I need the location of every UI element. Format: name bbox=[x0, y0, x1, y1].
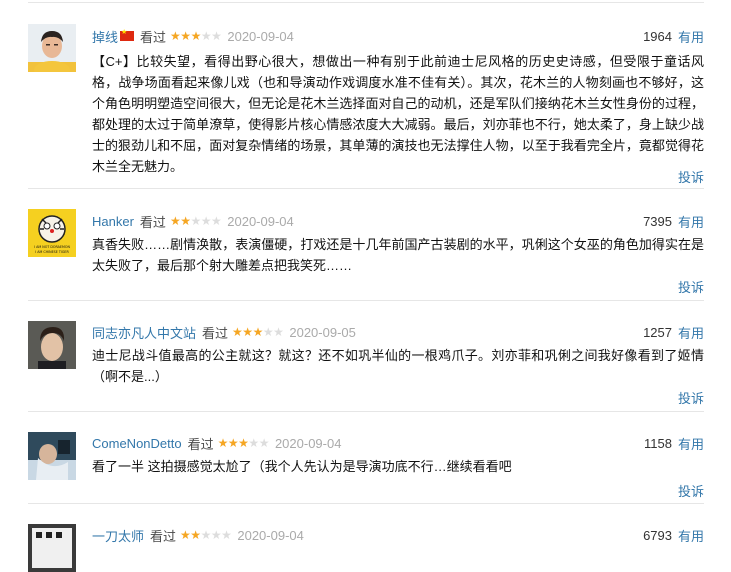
useful-button[interactable]: 有用 bbox=[678, 27, 704, 46]
useful-button[interactable]: 有用 bbox=[678, 434, 704, 453]
review-item: ComeNonDetto 看过 ★★★★★ 2020-09-04 1158 有用… bbox=[28, 412, 704, 504]
star-empty-icon: ★ bbox=[200, 214, 212, 228]
avatar[interactable] bbox=[28, 321, 76, 369]
useful-button[interactable]: 有用 bbox=[678, 323, 704, 342]
review-date: 2020-09-04 bbox=[227, 28, 294, 44]
review-item: 同志亦凡人中文站 看过 ★★★★★ 2020-09-05 1257 有用 迪士尼… bbox=[28, 301, 704, 412]
star-empty-icon: ★ bbox=[210, 528, 222, 542]
watched-status: 看过 bbox=[139, 214, 166, 230]
watched-status: 看过 bbox=[187, 436, 214, 452]
star-filled-icon: ★ bbox=[227, 436, 239, 450]
rating-stars: ★★★★★ bbox=[170, 29, 222, 43]
useful-button[interactable]: 有用 bbox=[678, 526, 704, 545]
star-filled-icon: ★ bbox=[242, 325, 253, 339]
watched-status: 看过 bbox=[202, 325, 229, 341]
review-item: I AM NOT DORAEMON I AM CHINESE TIGER Han… bbox=[28, 189, 704, 301]
star-empty-icon: ★ bbox=[258, 436, 270, 450]
avatar[interactable]: I AM NOT DORAEMON I AM CHINESE TIGER bbox=[28, 209, 76, 257]
star-filled-icon: ★ bbox=[180, 29, 191, 43]
review-item: 掉线 看过 ★★★★★ 2020-09-04 1964 有用 【C+】比较失望，… bbox=[28, 3, 704, 189]
review-meta: 一刀太师 看过 ★★★★★ 2020-09-04 6793 有用 bbox=[92, 525, 704, 545]
review-date: 2020-09-04 bbox=[274, 435, 342, 451]
star-empty-icon: ★ bbox=[221, 528, 232, 542]
review-text: 真香失败……剧情涣散，表演僵硬，打戏还是十几年前国产古装剧的水平，巩俐这个女巫的… bbox=[92, 237, 704, 273]
star-filled-icon: ★ bbox=[217, 436, 229, 450]
rating-stars: ★★★★★ bbox=[217, 436, 270, 450]
review-meta: 掉线 看过 ★★★★★ 2020-09-04 1964 有用 bbox=[92, 26, 704, 46]
review-meta: Hanker 看过 ★★★★★ 2020-09-04 7395 有用 bbox=[92, 211, 704, 231]
star-filled-icon: ★ bbox=[252, 325, 264, 339]
review-meta: 同志亦凡人中文站 看过 ★★★★★ 2020-09-05 1257 有用 bbox=[92, 322, 704, 342]
vote-count: 6793 bbox=[643, 527, 672, 543]
star-filled-icon: ★ bbox=[180, 528, 191, 542]
review-item: 一刀太师 看过 ★★★★★ 2020-09-04 6793 有用 bbox=[28, 504, 704, 572]
report-button[interactable]: 投诉 bbox=[678, 388, 704, 407]
review-meta: ComeNonDetto 看过 ★★★★★ 2020-09-04 1158 有用 bbox=[92, 433, 704, 453]
star-empty-icon: ★ bbox=[190, 214, 201, 228]
star-filled-icon: ★ bbox=[190, 528, 201, 542]
username-link[interactable]: Hanker bbox=[92, 214, 134, 229]
star-empty-icon: ★ bbox=[211, 29, 222, 43]
review-date: 2020-09-04 bbox=[237, 527, 304, 543]
username-link[interactable]: 一刀太师 bbox=[92, 526, 144, 545]
star-filled-icon: ★ bbox=[170, 29, 181, 43]
avatar-caption-line: I AM NOT DORAEMON bbox=[34, 245, 70, 249]
username-link[interactable]: 掉线 bbox=[92, 27, 118, 46]
review-date: 2020-09-04 bbox=[227, 213, 294, 229]
avatar[interactable] bbox=[28, 524, 76, 572]
star-empty-icon: ★ bbox=[248, 436, 259, 450]
vote-count: 1964 bbox=[643, 28, 672, 44]
review-text: 【C+】比较失望，看得出野心很大，想做出一种有别于此前迪士尼风格的历史史诗感，但… bbox=[92, 54, 704, 174]
avatar-caption-line: I AM CHINESE TIGER bbox=[35, 250, 69, 254]
vote-count: 1158 bbox=[644, 435, 672, 451]
report-button[interactable]: 投诉 bbox=[678, 167, 704, 186]
review-text: 迪士尼战斗值最高的公主就这？就这？还不如巩半仙的一根鸡爪子。刘亦菲和巩俐之间我好… bbox=[92, 348, 704, 384]
report-button[interactable]: 投诉 bbox=[678, 277, 704, 296]
avatar[interactable] bbox=[28, 24, 76, 72]
star-empty-icon: ★ bbox=[273, 325, 284, 339]
report-button[interactable]: 投诉 bbox=[678, 481, 704, 500]
watched-status: 看过 bbox=[140, 29, 167, 45]
china-flag-icon bbox=[120, 28, 135, 41]
review-text: 看了一半 这拍摄感觉太尬了（我个人先认为是导演功底不行…继续看看吧 bbox=[92, 459, 512, 474]
star-empty-icon: ★ bbox=[200, 29, 212, 43]
rating-stars: ★★★★★ bbox=[169, 214, 222, 228]
rating-stars: ★★★★★ bbox=[232, 325, 284, 339]
star-filled-icon: ★ bbox=[169, 214, 181, 228]
review-list: 掉线 看过 ★★★★★ 2020-09-04 1964 有用 【C+】比较失望，… bbox=[28, 0, 704, 572]
username-link[interactable]: 同志亦凡人中文站 bbox=[92, 323, 196, 342]
username-link[interactable]: ComeNonDetto bbox=[92, 436, 182, 451]
watched-status: 看过 bbox=[150, 528, 177, 544]
star-empty-icon: ★ bbox=[262, 325, 274, 339]
useful-button[interactable]: 有用 bbox=[678, 212, 704, 231]
review-date: 2020-09-05 bbox=[289, 324, 356, 340]
avatar[interactable] bbox=[28, 432, 76, 480]
star-empty-icon: ★ bbox=[200, 528, 212, 542]
star-filled-icon: ★ bbox=[180, 214, 191, 228]
rating-stars: ★★★★★ bbox=[180, 528, 232, 542]
vote-count: 7395 bbox=[643, 213, 672, 229]
star-filled-icon: ★ bbox=[232, 325, 243, 339]
star-empty-icon: ★ bbox=[211, 214, 222, 228]
vote-count: 1257 bbox=[643, 324, 672, 340]
star-filled-icon: ★ bbox=[238, 436, 249, 450]
star-filled-icon: ★ bbox=[190, 29, 202, 43]
